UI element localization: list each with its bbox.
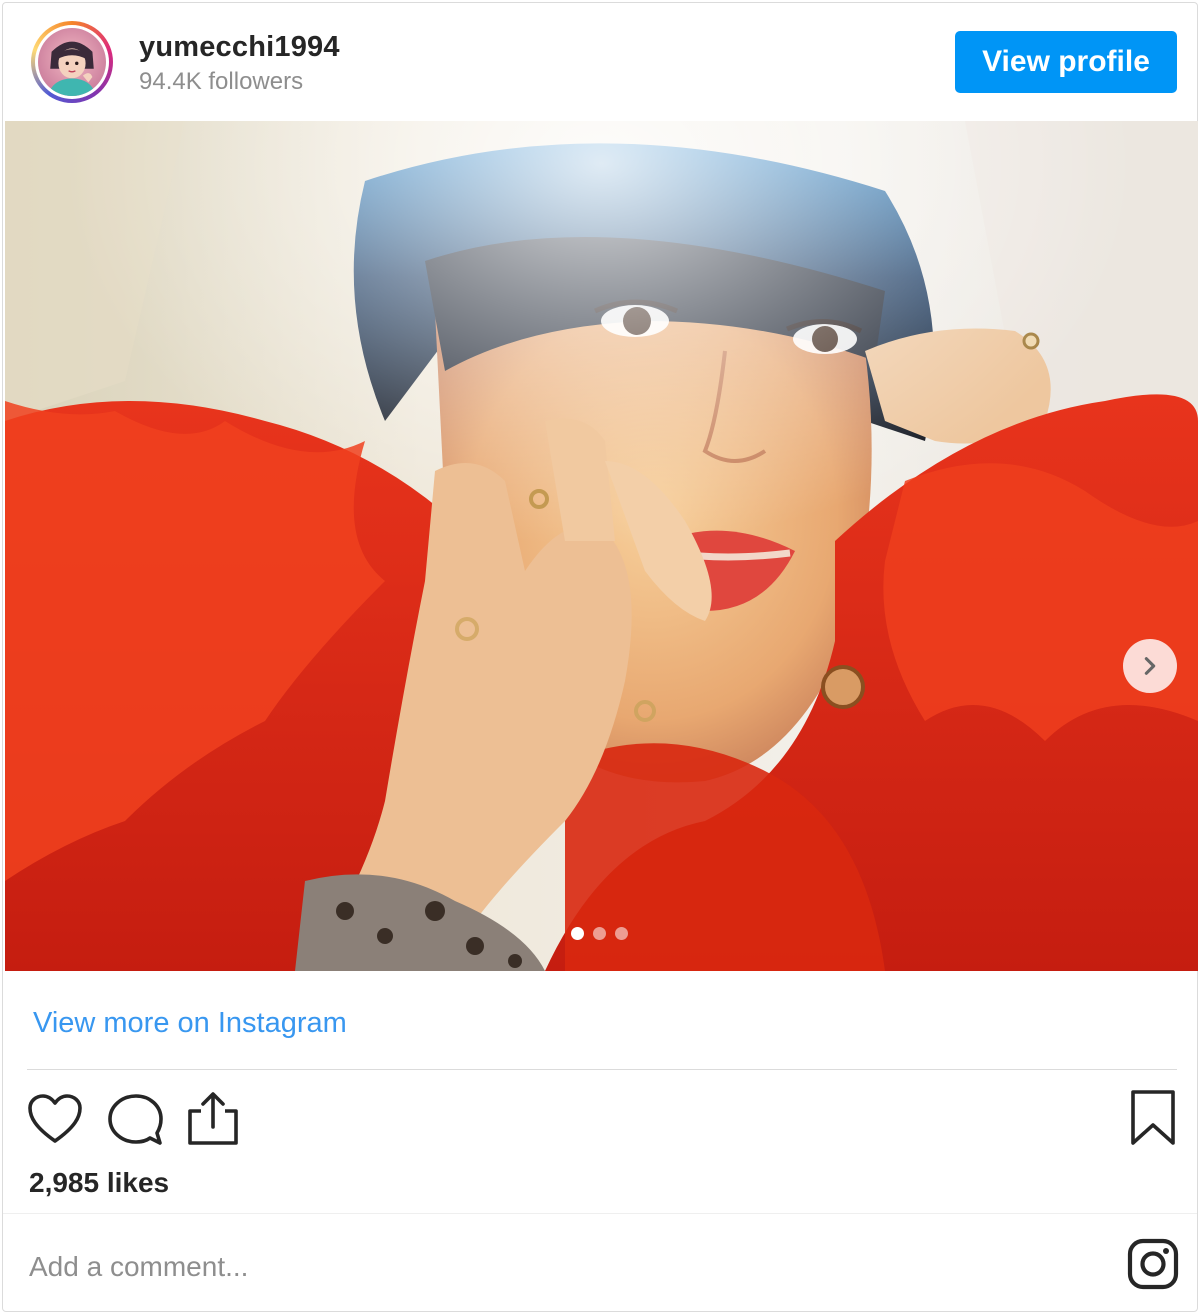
view-more-link[interactable]: View more on Instagram (33, 1007, 347, 1040)
username[interactable]: yumecchi1994 (139, 31, 340, 64)
post-header: yumecchi1994 94.4K followers View profil… (3, 3, 1197, 121)
bookmark-icon (1131, 1090, 1175, 1145)
follower-count: 94.4K followers (139, 68, 304, 95)
carousel-dot (571, 927, 584, 940)
share-button[interactable] (187, 1091, 239, 1152)
chevron-right-icon (1144, 657, 1156, 675)
carousel-dot (593, 927, 606, 940)
carousel-dot (615, 927, 628, 940)
save-button[interactable] (1129, 1089, 1177, 1152)
instagram-icon (1127, 1238, 1179, 1290)
speech-bubble-icon (108, 1094, 163, 1145)
heart-icon (28, 1094, 82, 1143)
divider (3, 1213, 1197, 1214)
post-photo[interactable] (5, 121, 1198, 971)
share-icon (188, 1092, 238, 1145)
avatar-photo (38, 28, 106, 96)
carousel-indicator (571, 927, 628, 940)
avatar[interactable] (31, 21, 113, 103)
comment-button[interactable] (107, 1093, 163, 1152)
like-count: 2,985 likes (29, 1167, 170, 1198)
instagram-embed-card: yumecchi1994 94.4K followers View profil… (2, 2, 1198, 1312)
post-image (5, 121, 1198, 971)
view-profile-button[interactable]: View profile (955, 31, 1177, 93)
like-button[interactable] (27, 1093, 83, 1150)
instagram-logo-link[interactable] (1127, 1238, 1179, 1295)
carousel-next-button[interactable] (1123, 639, 1177, 693)
divider (27, 1069, 1177, 1070)
comment-input[interactable] (29, 1243, 1089, 1291)
